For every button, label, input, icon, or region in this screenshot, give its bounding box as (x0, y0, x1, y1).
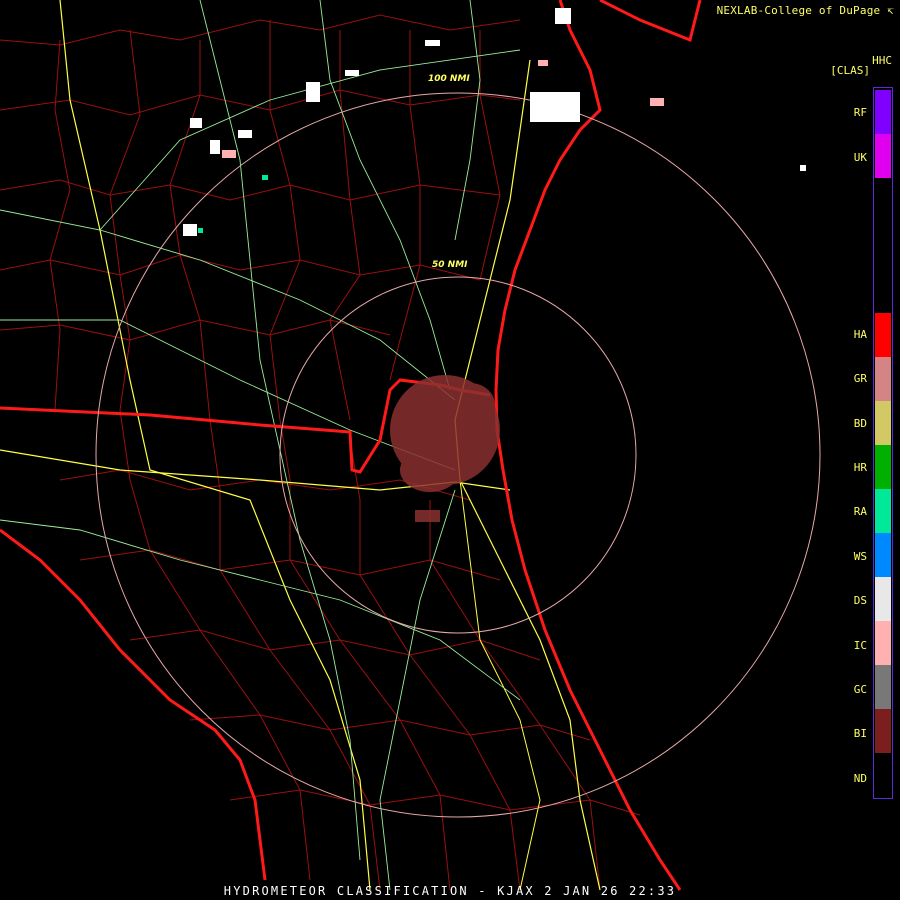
radar-echo-biological (390, 375, 500, 522)
radar-echo-rain (198, 175, 268, 233)
legend-swatch-hr (875, 445, 891, 489)
ring-label-100: 100 NMI (428, 74, 470, 84)
legend-swatch-ic (875, 621, 891, 665)
legend-label-nd: ND (853, 772, 867, 785)
legend-label-rf: RF (853, 106, 867, 119)
legend-swatch-ws (875, 533, 891, 577)
legend-swatch-gr (875, 357, 891, 401)
highway-lines (0, 0, 601, 891)
legend-swatch-uk (875, 134, 891, 178)
legend-label-ws: WS (853, 550, 867, 563)
legend-label-hr: HR (853, 461, 867, 474)
legend-label-gr: GR (853, 372, 867, 385)
legend-swatch-ds (875, 577, 891, 621)
brand-label: NEXLAB-College of DuPage ↸ (716, 4, 894, 17)
legend-swatch-bd (875, 401, 891, 445)
legend-label-ha: HA (853, 328, 867, 341)
legend-label-ds: DS (853, 594, 867, 607)
legend-label-bi: BI (853, 727, 867, 740)
radar-map: 100 NMI 50 NMI (0, 0, 821, 891)
product-class: [CLAS] (830, 64, 870, 77)
legend-swatch-nd (875, 753, 891, 797)
radar-echo-clutter (183, 8, 806, 236)
legend-label-gc: GC (853, 683, 867, 696)
color-legend (873, 87, 893, 799)
legend-swatch-ha (875, 313, 891, 357)
legend-swatch-ra (875, 489, 891, 533)
legend-swatch-gc (875, 665, 891, 709)
ring-label-50: 50 NMI (432, 260, 468, 270)
legend-label-ra: RA (853, 505, 867, 518)
legend-swatch-rf (875, 90, 891, 134)
corner-arrow-icon: ↸ (880, 4, 894, 17)
legend-label-bd: BD (853, 417, 867, 430)
product-code: HHC (872, 54, 892, 67)
legend-label-uk: UK (853, 151, 867, 164)
footer-caption: HYDROMETEOR CLASSIFICATION - KJAX 2 JAN … (223, 884, 677, 898)
legend-swatch-bi (875, 709, 891, 753)
legend-label-ic: IC (853, 639, 867, 652)
